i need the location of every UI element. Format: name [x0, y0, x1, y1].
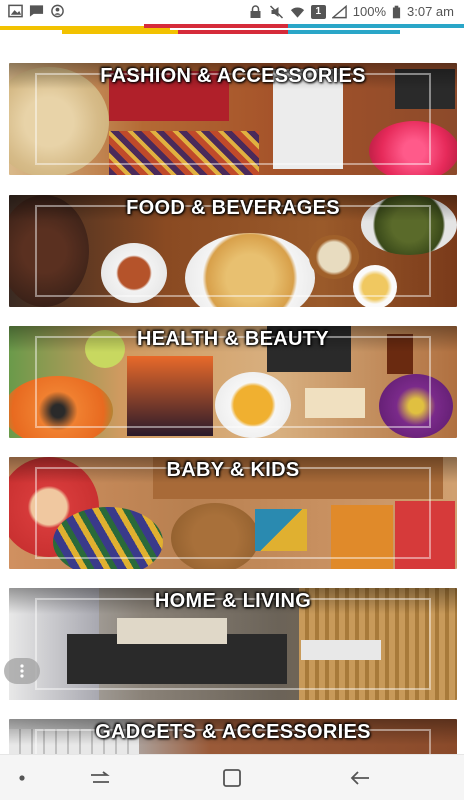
category-title-health: HEALTH & BEAUTY — [137, 328, 329, 350]
category-list[interactable]: FASHION & ACCESSORIES FOOD & BEVERAGES H… — [0, 36, 464, 754]
dot-icon — [19, 775, 25, 781]
account-circle-icon — [51, 4, 64, 18]
home-square-icon — [223, 769, 241, 787]
stripe-red-2 — [178, 30, 288, 34]
wifi-icon — [290, 6, 304, 18]
battery-icon — [392, 5, 401, 18]
category-title-food: FOOD & BEVERAGES — [126, 197, 340, 219]
category-card-home[interactable]: HOME & LIVING — [9, 588, 457, 700]
status-left-icons — [8, 4, 65, 18]
category-card-food[interactable]: FOOD & BEVERAGES — [9, 195, 457, 307]
stripe-blue-2 — [288, 30, 400, 34]
category-title-gadgets: GADGETS & ACCESSORIES — [95, 721, 371, 743]
back-arrow-icon — [350, 771, 369, 785]
image-icon — [8, 4, 23, 18]
category-card-health[interactable]: HEALTH & BEAUTY — [9, 326, 457, 438]
nav-dot-button[interactable] — [10, 767, 34, 789]
category-card-gadgets[interactable]: GADGETS & ACCESSORIES — [9, 719, 457, 754]
mute-icon — [269, 4, 283, 19]
sim-icon: 1 — [310, 4, 326, 19]
more-dots-icon — [20, 664, 24, 678]
stripe-red — [144, 24, 290, 28]
floating-menu-handle[interactable] — [4, 658, 40, 684]
category-title-home: HOME & LIVING — [154, 590, 312, 612]
recents-icon — [91, 771, 110, 783]
category-card-baby[interactable]: BABY & KIDS — [9, 457, 457, 569]
status-bar: 1 100% 3:07 am — [0, 0, 464, 24]
status-time: 3:07 am — [407, 4, 454, 19]
message-icon — [29, 5, 44, 17]
stripe-yellow-2 — [62, 30, 178, 34]
nav-recents-button[interactable] — [88, 767, 112, 789]
lock-icon — [250, 4, 261, 18]
battery-percent: 100% — [352, 4, 387, 19]
nav-back-button[interactable] — [348, 767, 372, 789]
category-title-baby: BABY & KIDS — [166, 459, 300, 481]
signal-icon — [331, 4, 347, 18]
nav-home-button[interactable] — [220, 767, 244, 789]
category-title-fashion: FASHION & ACCESSORIES — [100, 65, 366, 87]
navigation-bar — [0, 754, 464, 800]
stripe-blue — [288, 24, 464, 28]
category-card-fashion[interactable]: FASHION & ACCESSORIES — [9, 63, 457, 175]
brand-stripe — [0, 24, 464, 34]
status-right-icons: 1 100% 3:07 am — [248, 4, 454, 19]
